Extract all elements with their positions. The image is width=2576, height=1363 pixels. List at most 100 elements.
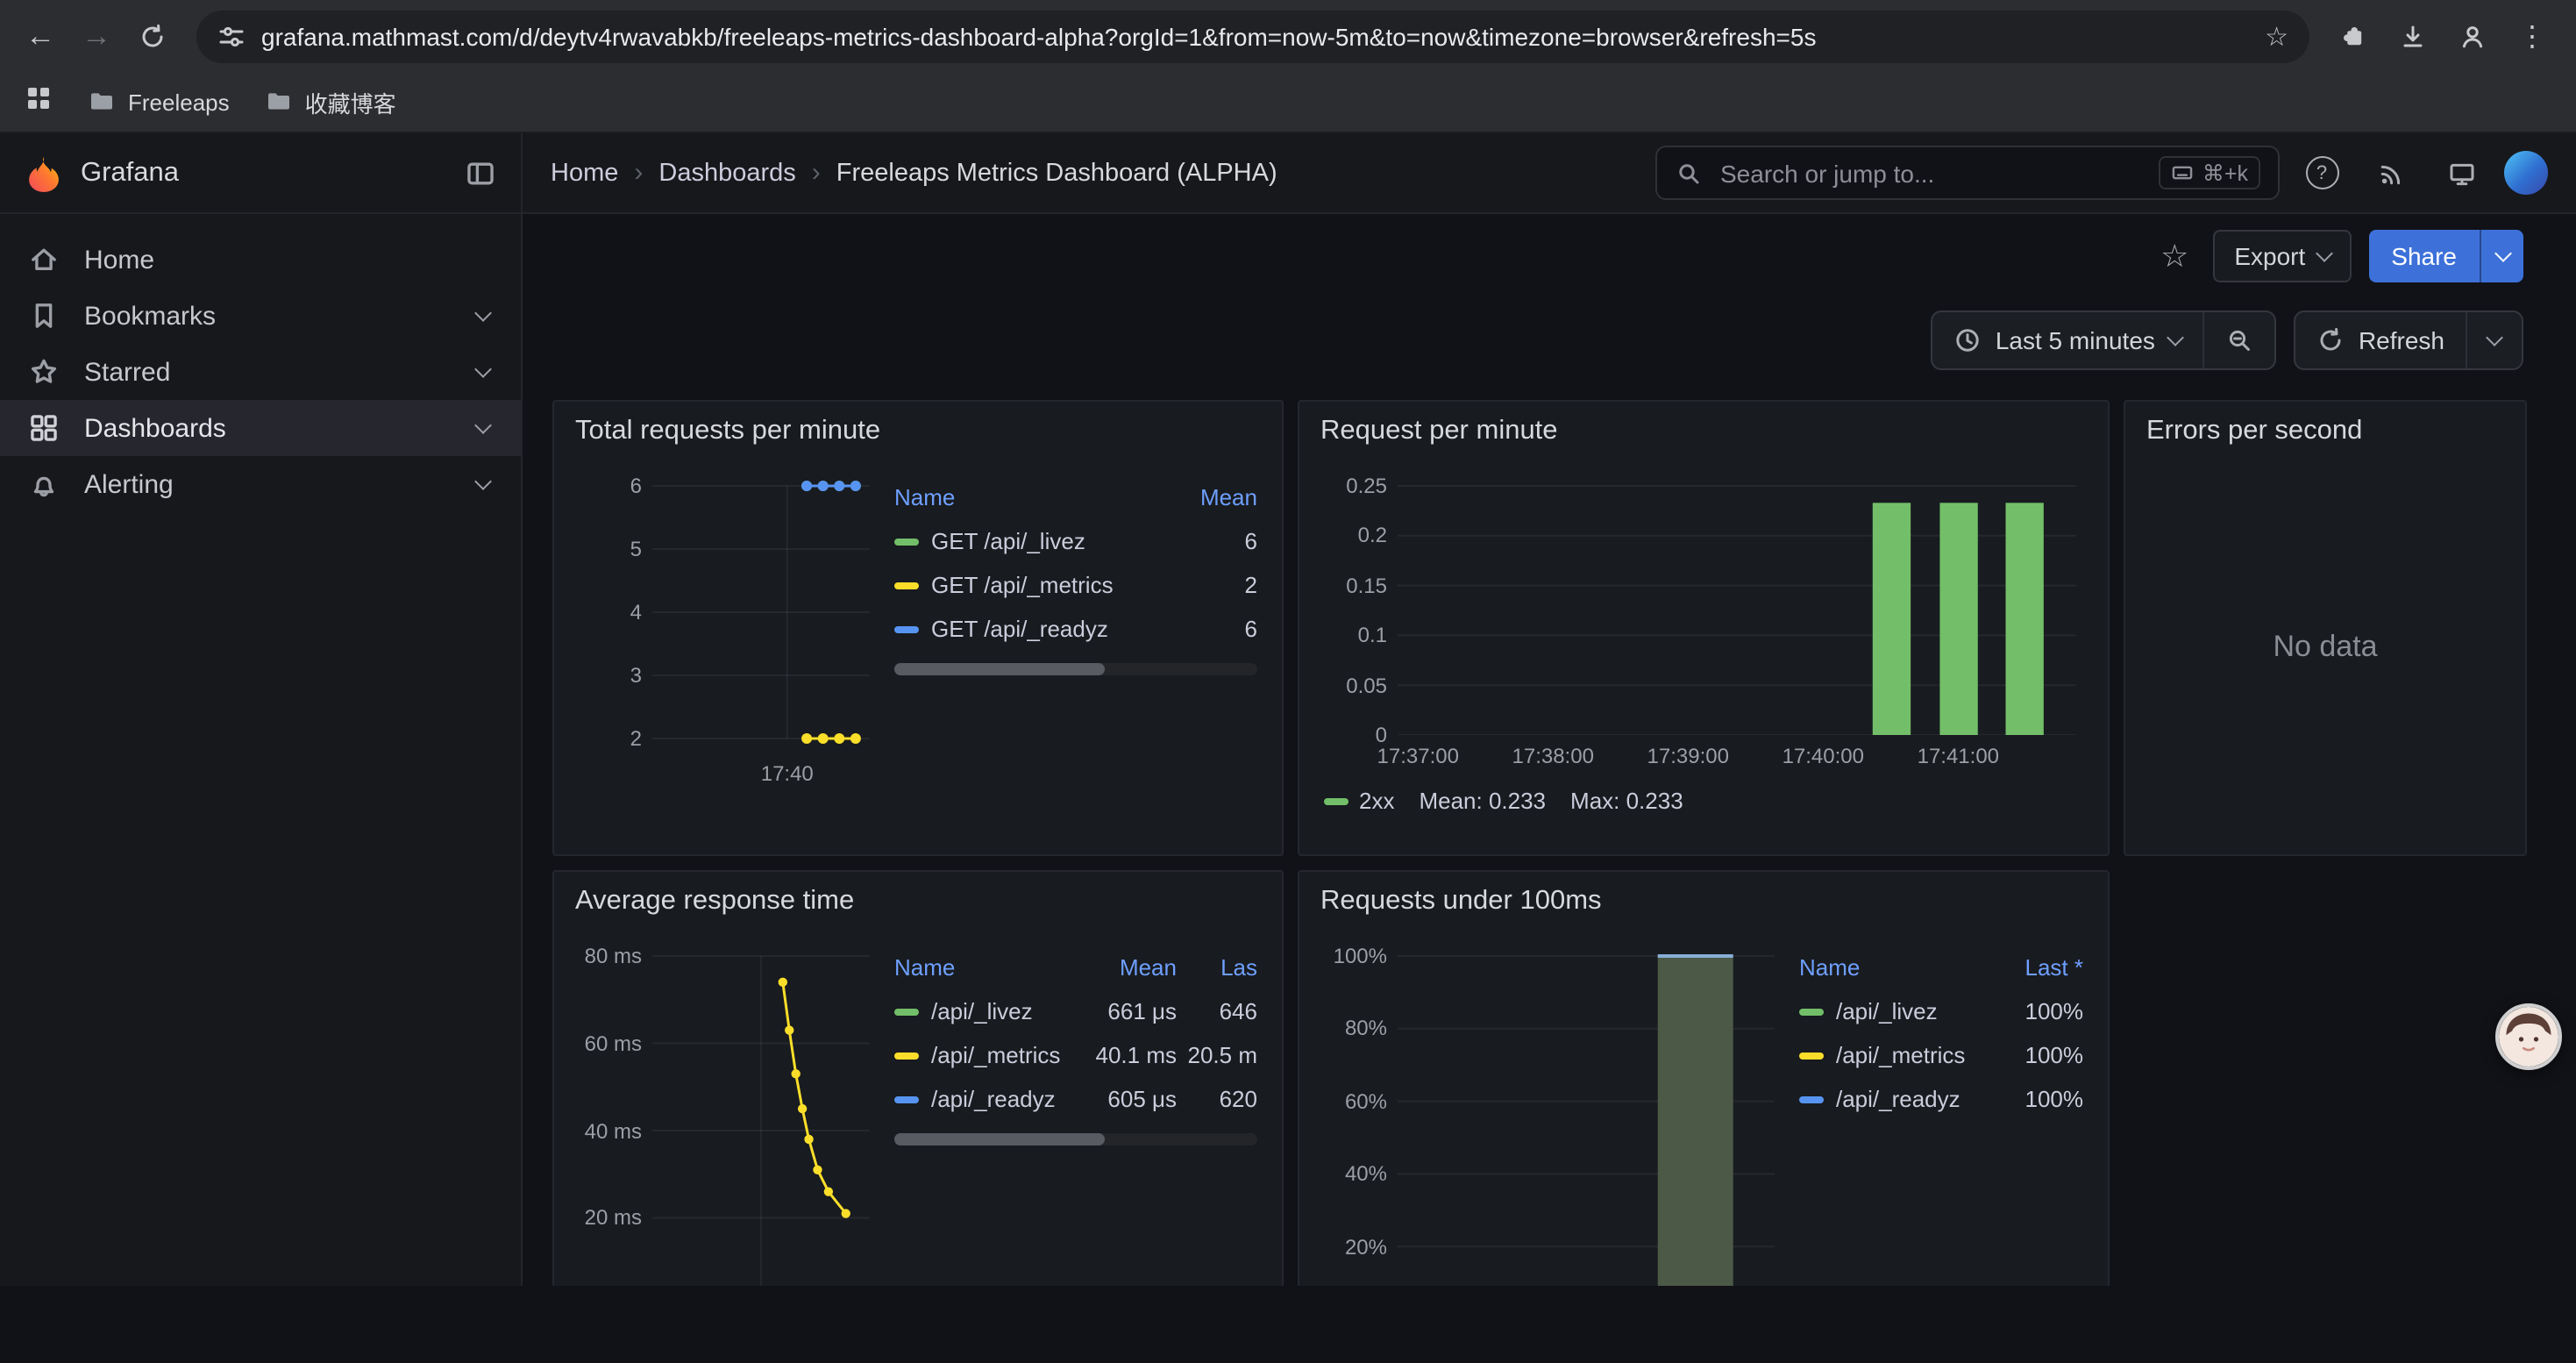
y-axis-tick: 2: [572, 726, 642, 753]
apps-grid-icon[interactable]: [25, 83, 53, 120]
search-box[interactable]: ⌘+k: [1655, 146, 2280, 200]
series-swatch: [894, 625, 919, 632]
panel-requests-under-100ms: Requests under 100ms 100%80%60%40%20%0%1…: [1298, 870, 2110, 1286]
share-button[interactable]: Share: [2368, 230, 2480, 282]
chart-average-response-time[interactable]: 80 ms60 ms40 ms20 ms0 s17:40: [652, 942, 870, 1286]
panel-title-bar[interactable]: Requests under 100ms: [1299, 872, 2108, 921]
url-bar[interactable]: grafana.mathmast.com/d/deytv4rwavabkb/fr…: [196, 10, 2309, 62]
legend-header-name[interactable]: Name: [894, 484, 1166, 510]
legend-row[interactable]: /api/_readyz 100%: [1799, 1077, 2083, 1121]
search-input[interactable]: [1717, 157, 2145, 189]
share-menu-button[interactable]: [2480, 230, 2523, 282]
chevron-down-icon[interactable]: [474, 416, 492, 433]
time-picker-group: Last 5 minutes: [1931, 310, 2276, 370]
breadcrumb-current: Freeleaps Metrics Dashboard (ALPHA): [836, 159, 1277, 187]
y-axis-tick: 0.25: [1317, 474, 1387, 500]
legend-row[interactable]: /api/_readyz 605 μs 620: [894, 1077, 1257, 1121]
legend-series[interactable]: 2xx: [1324, 788, 1394, 814]
bookmark-item-freeleaps[interactable]: Freeleaps: [88, 88, 230, 116]
sidebar-item-home[interactable]: Home: [0, 232, 521, 288]
legend-row[interactable]: /api/_metrics 100%: [1799, 1033, 2083, 1077]
favorite-star-icon[interactable]: ☆: [2153, 230, 2195, 282]
y-axis-tick: 4: [572, 600, 642, 626]
back-icon[interactable]: ←: [14, 10, 67, 62]
panel-title-bar[interactable]: Errors per second: [2125, 402, 2525, 451]
display-icon[interactable]: [2434, 145, 2490, 201]
forward-icon[interactable]: →: [70, 10, 123, 62]
refresh-button[interactable]: Refresh: [2295, 312, 2466, 368]
panel-title-bar[interactable]: Request per minute: [1299, 402, 2108, 451]
chevron-down-icon[interactable]: [474, 303, 492, 321]
dashboard-actions: ☆ Export Share: [523, 214, 2576, 291]
breadcrumb-dashboards[interactable]: Dashboards: [658, 159, 795, 187]
legend-header-name[interactable]: Name: [894, 954, 1085, 981]
series-swatch: [894, 1008, 919, 1015]
chart-request-per-minute[interactable]: 0.250.20.150.10.05017:37:0017:38:0017:39…: [1398, 472, 2076, 735]
sidebar-item-bookmarks[interactable]: Bookmarks: [0, 288, 521, 344]
legend-scrollbar[interactable]: [894, 1133, 1257, 1145]
legend-row[interactable]: GET /api/_readyz 6: [894, 607, 1257, 651]
legend-row[interactable]: /api/_metrics 40.1 ms 20.5 m: [894, 1033, 1257, 1077]
bookmark-item-blog[interactable]: 收藏博客: [265, 85, 396, 118]
chevron-down-icon: [2315, 244, 2332, 261]
legend-row[interactable]: GET /api/_metrics 2: [894, 563, 1257, 607]
time-range-picker[interactable]: Last 5 minutes: [1932, 312, 2202, 368]
search-shortcut: ⌘+k: [2159, 156, 2260, 189]
sidebar-item-alerting[interactable]: Alerting: [0, 456, 521, 512]
series-swatch: [894, 1052, 919, 1059]
bookmark-star-icon[interactable]: ☆: [2265, 20, 2288, 52]
series-swatch: [894, 538, 919, 545]
legend-header-mean[interactable]: Mean: [1085, 954, 1177, 981]
legend-scrollbar-thumb[interactable]: [894, 1133, 1105, 1145]
legend-header-last[interactable]: Las: [1177, 954, 1257, 981]
series-swatch: [1799, 1052, 1824, 1059]
download-icon[interactable]: [2387, 10, 2439, 62]
x-axis-tick: 17:41:00: [1888, 744, 2028, 768]
breadcrumb: Home › Dashboards › Freeleaps Metrics Da…: [551, 158, 1277, 188]
legend-scrollbar-thumb[interactable]: [894, 663, 1105, 675]
dock-menu-icon[interactable]: [465, 157, 496, 189]
y-axis-tick: 20 ms: [572, 1206, 642, 1232]
news-rss-icon[interactable]: [2364, 145, 2420, 201]
chevron-down-icon[interactable]: [474, 472, 492, 489]
refresh-icon: [2316, 326, 2345, 354]
breadcrumb-home[interactable]: Home: [551, 159, 618, 187]
grafana-logo[interactable]: [25, 153, 63, 192]
chart-total-requests[interactable]: 6543217:40: [652, 472, 870, 753]
folder-icon: [265, 88, 293, 116]
grafana-header-left: Grafana: [0, 133, 523, 212]
help-icon[interactable]: ?: [2294, 145, 2350, 201]
browser-actions: ⋮: [2327, 10, 2562, 62]
refresh-interval-button[interactable]: [2466, 312, 2522, 368]
legend-row[interactable]: /api/_livez 661 μs 646: [894, 989, 1257, 1033]
alerting-bell-icon: [28, 468, 60, 500]
assistant-avatar-button[interactable]: [2495, 1003, 2562, 1070]
panel-title: Request per minute: [1320, 416, 2087, 447]
reload-icon[interactable]: [126, 10, 179, 62]
profile-icon[interactable]: [2446, 10, 2499, 62]
sidebar-item-dashboards[interactable]: Dashboards: [0, 400, 521, 456]
legend-row[interactable]: GET /api/_livez 6: [894, 519, 1257, 563]
y-axis-tick: 6: [572, 474, 642, 500]
zoom-out-button[interactable]: [2202, 312, 2274, 368]
user-avatar[interactable]: [2504, 151, 2548, 195]
panel-average-response-time: Average response time 80 ms60 ms40 ms20 …: [552, 870, 1284, 1286]
extensions-icon[interactable]: [2327, 10, 2380, 62]
panel-title-bar[interactable]: Total requests per minute: [554, 402, 1282, 451]
legend-header-name[interactable]: Name: [1799, 954, 1992, 981]
chart-requests-under-100ms[interactable]: 100%80%60%40%20%0%17:40: [1398, 942, 1775, 1286]
y-axis-tick: 60%: [1317, 1089, 1387, 1116]
legend-header-mean[interactable]: Mean: [1166, 484, 1257, 510]
site-info-icon[interactable]: [217, 22, 246, 50]
share-button-group: Share: [2368, 230, 2523, 282]
x-axis-tick: 17:40:00: [1753, 744, 1893, 768]
panel-title-bar[interactable]: Average response time: [554, 872, 1282, 921]
legend-row[interactable]: /api/_livez 100%: [1799, 989, 2083, 1033]
browser-menu-icon[interactable]: ⋮: [2506, 10, 2558, 62]
legend-scrollbar[interactable]: [894, 663, 1257, 675]
legend-header-last[interactable]: Last *: [1992, 954, 2083, 981]
grafana-header-right: Home › Dashboards › Freeleaps Metrics Da…: [523, 133, 2576, 212]
export-button[interactable]: Export: [2213, 230, 2351, 282]
sidebar-item-starred[interactable]: Starred: [0, 344, 521, 400]
chevron-down-icon[interactable]: [474, 360, 492, 377]
